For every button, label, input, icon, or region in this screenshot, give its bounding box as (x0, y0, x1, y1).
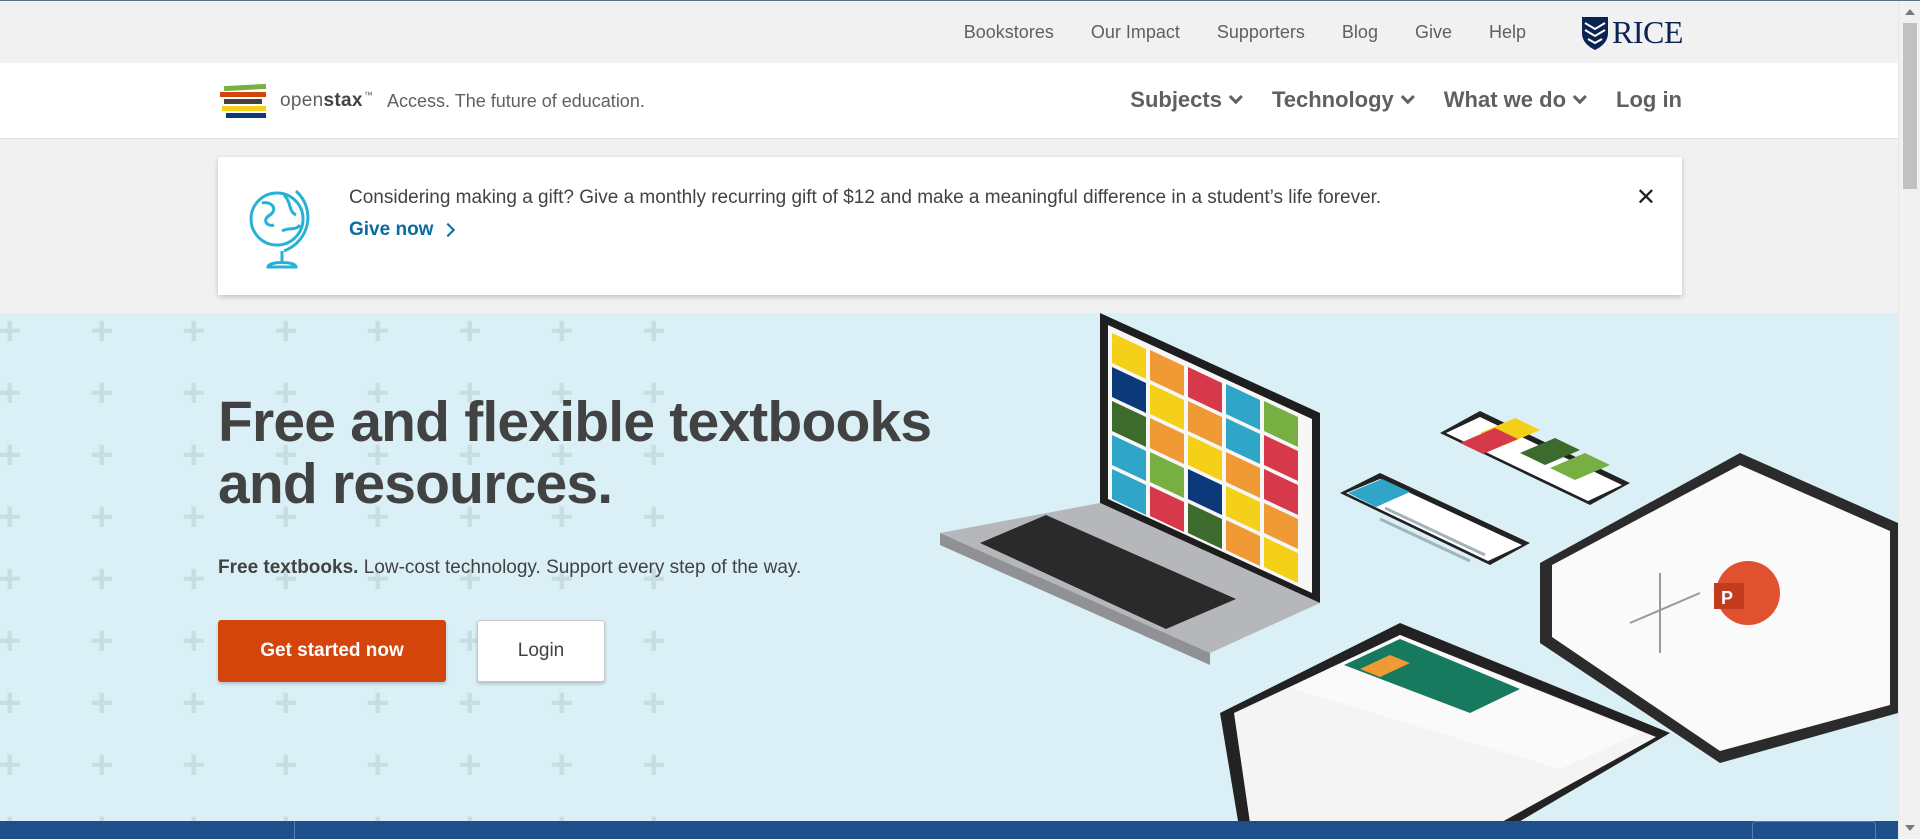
plus-decoration: + (182, 313, 206, 353)
plus-decoration: + (458, 743, 482, 787)
plus-decoration: + (642, 807, 665, 821)
rice-wordmark: RICE (1612, 14, 1683, 50)
scrollbar-thumb[interactable] (1903, 23, 1917, 189)
tagline: Access. The future of education. (387, 90, 645, 111)
nav-log-in[interactable]: Log in (1616, 87, 1682, 113)
laptop-image (940, 313, 1320, 665)
nav-what-we-do[interactable]: What we do (1444, 87, 1587, 113)
plus-decoration: + (458, 681, 482, 725)
give-now-link[interactable]: Give now (349, 219, 456, 241)
openstax-books-icon (220, 83, 267, 118)
plus-decoration: + (0, 313, 22, 353)
openstax-logo[interactable]: openstax™ Access. The future of educatio… (218, 83, 645, 119)
hero-subtitle: Free textbooks. Low-cost technology. Sup… (218, 557, 802, 578)
plus-decoration: + (550, 743, 574, 787)
plus-decoration: + (274, 313, 298, 353)
get-started-button[interactable]: Get started now (218, 620, 446, 682)
plus-decoration: + (0, 433, 22, 477)
chevron-down-icon (1572, 90, 1587, 105)
plus-decoration: + (274, 807, 297, 821)
plus-decoration: + (366, 313, 390, 353)
utility-bar: Bookstores Our Impact Supporters Blog Gi… (0, 1, 1898, 63)
plus-decoration: + (458, 313, 482, 353)
svg-text:P: P (1721, 588, 1733, 608)
plus-decoration: + (182, 619, 206, 663)
scroll-up-arrow-icon[interactable] (1905, 9, 1915, 15)
plus-decoration: + (0, 495, 22, 539)
utility-link-supporters[interactable]: Supporters (1217, 22, 1305, 43)
nav-subjects[interactable]: Subjects (1130, 87, 1243, 113)
donation-banner: Considering making a gift? Give a monthl… (218, 157, 1682, 295)
plus-decoration: + (0, 557, 22, 601)
plus-decoration: + (0, 681, 22, 725)
phone-image (1340, 473, 1530, 565)
rice-logo[interactable]: RICE (1580, 14, 1683, 51)
rice-shield-icon (1582, 16, 1608, 50)
plus-decoration: + (90, 557, 114, 601)
plus-decoration: + (90, 313, 114, 353)
vertical-scrollbar[interactable] (1898, 1, 1920, 839)
bottom-bar-divider (294, 821, 295, 839)
plus-decoration: + (90, 371, 114, 415)
plus-decoration: + (642, 619, 666, 663)
phone-image (1440, 411, 1630, 505)
bottom-bar (0, 821, 1898, 839)
openstax-wordmark: openstax™ (280, 90, 374, 111)
plus-decoration: + (0, 807, 21, 821)
globe-icon (249, 189, 310, 269)
plus-decoration: + (642, 313, 666, 353)
utility-link-blog[interactable]: Blog (1342, 22, 1378, 43)
plus-decoration: + (366, 807, 389, 821)
plus-decoration: + (642, 681, 666, 725)
utility-link-help[interactable]: Help (1489, 22, 1526, 43)
plus-decoration: + (90, 743, 114, 787)
chevron-down-icon (1400, 90, 1415, 105)
hero-title: Free and flexible textbooks and resource… (218, 390, 932, 516)
main-nav: Subjects Technology What we do Log in (1130, 87, 1682, 113)
plus-decoration: + (182, 807, 205, 821)
plus-decoration: + (0, 743, 22, 787)
donation-message: Considering making a gift? Give a monthl… (349, 187, 1382, 208)
plus-decoration: + (0, 619, 22, 663)
plus-decoration: + (90, 619, 114, 663)
login-button[interactable]: Login (477, 620, 605, 682)
plus-decoration: + (182, 433, 206, 477)
plus-decoration: + (182, 681, 206, 725)
plus-decoration: + (182, 557, 206, 601)
plus-decoration: + (550, 807, 573, 821)
chevron-down-icon (1228, 90, 1243, 105)
plus-decoration: + (90, 495, 114, 539)
utility-link-our-impact[interactable]: Our Impact (1091, 22, 1180, 43)
plus-decoration: + (90, 681, 114, 725)
plus-decoration: + (642, 743, 666, 787)
plus-decoration: + (90, 433, 114, 477)
plus-decoration: + (274, 681, 298, 725)
plus-decoration: + (550, 681, 574, 725)
plus-decoration: + (458, 807, 481, 821)
plus-decoration: + (366, 743, 390, 787)
plus-decoration: + (182, 371, 206, 415)
devices-illustration: P (940, 313, 1898, 821)
plus-decoration: + (90, 807, 113, 821)
plus-decoration: + (182, 743, 206, 787)
plus-decoration: + (0, 371, 22, 415)
bottom-bar-tab[interactable] (1752, 821, 1876, 839)
plus-decoration: + (182, 495, 206, 539)
plus-decoration: + (550, 313, 574, 353)
main-header: openstax™ Access. The future of educatio… (0, 63, 1898, 139)
utility-link-give[interactable]: Give (1415, 22, 1452, 43)
hero-section: + + + + + + + + + + + + + + + + + + + + + + + + + + + + + + + + + + + + + + + +… (0, 313, 1898, 821)
chevron-right-icon (441, 222, 456, 238)
scroll-down-arrow-icon[interactable] (1905, 825, 1915, 831)
close-icon[interactable]: ✕ (1636, 183, 1656, 212)
utility-nav: Bookstores Our Impact Supporters Blog Gi… (964, 22, 1526, 43)
plus-decoration: + (274, 743, 298, 787)
plus-decoration: + (366, 681, 390, 725)
nav-technology[interactable]: Technology (1272, 87, 1415, 113)
utility-link-bookstores[interactable]: Bookstores (964, 22, 1054, 43)
